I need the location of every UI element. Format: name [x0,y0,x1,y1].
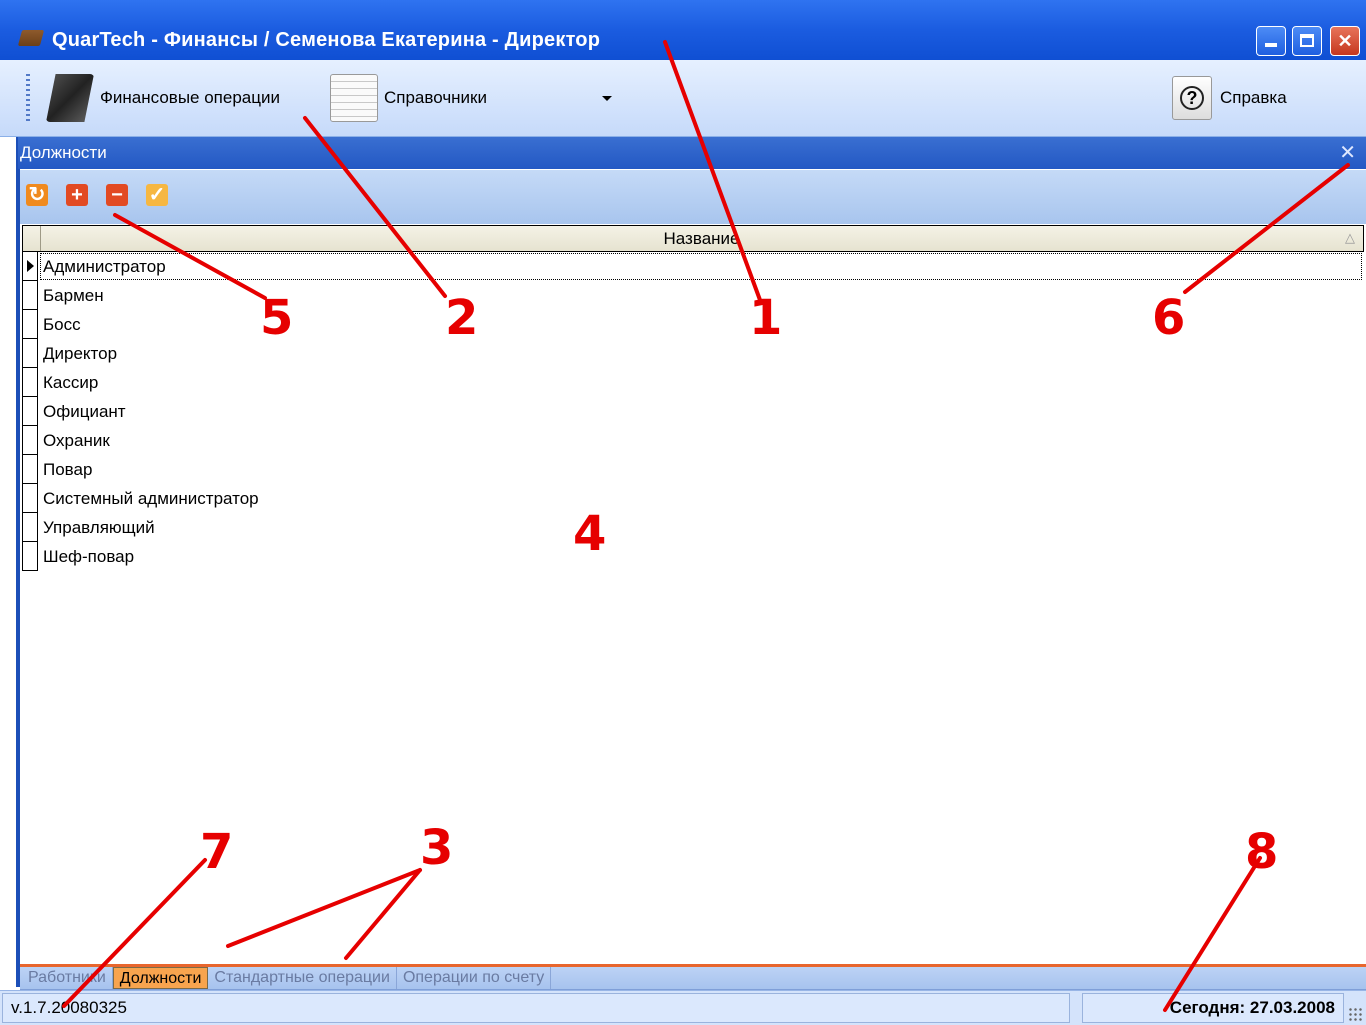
resize-grip-icon[interactable] [1348,1007,1364,1023]
tab-list: Работники Должности Стандартные операции Оп… [22,967,552,989]
status-bar: v.1.7.20080325 Сегодня: 27.03.2008 [0,990,1366,1025]
table-row[interactable]: Официант [22,397,1364,426]
table-row[interactable]: Директор [22,339,1364,368]
financial-operations-icon [46,74,94,122]
check-icon[interactable]: ✓ [146,184,168,206]
row-name-cell[interactable]: Шеф-повар [43,542,134,571]
row-name-cell[interactable]: Официант [43,397,126,426]
main-toolbar: Финансовые операции Справочники ? Справк… [0,60,1366,137]
row-name-cell[interactable]: Кассир [43,368,98,397]
row-name-cell[interactable]: Директор [43,339,117,368]
table-row[interactable]: Кассир [22,368,1364,397]
financial-operations-button[interactable]: Финансовые операции [46,72,280,124]
version-label: v.1.7.20080325 [2,993,1070,1023]
sort-ascending-icon: △ [1345,230,1355,245]
row-indicator[interactable] [22,426,38,455]
panel-title: Должности [20,143,107,162]
row-name-cell[interactable]: Охраник [43,426,110,455]
row-indicator[interactable] [22,281,38,310]
row-indicator[interactable] [22,542,38,571]
references-icon [330,74,378,122]
table-row[interactable]: Шеф-повар [22,542,1364,571]
column-header-name[interactable]: Название [40,226,1363,251]
row-indicator[interactable] [22,310,38,339]
close-window-button[interactable]: ✕ [1330,26,1360,56]
tab-3[interactable]: Операции по счету [397,967,552,989]
close-icon: ✕ [1337,31,1353,51]
row-name-cell[interactable]: Повар [43,455,92,484]
tab-2[interactable]: Стандартные операции [208,967,397,989]
row-name-cell[interactable]: Бармен [43,281,104,310]
row-name-cell[interactable]: Босс [43,310,81,339]
refresh-icon[interactable]: ↻ [26,184,48,206]
add-icon[interactable]: + [66,184,88,206]
financial-operations-label: Финансовые операции [100,88,280,107]
panel-close-icon[interactable]: ✕ [1339,137,1356,169]
title-bar: QuarTech - Финансы / Семенова Екатерина … [0,0,1366,60]
maximize-icon [1293,27,1321,55]
row-name-cell[interactable]: Системный администратор [43,484,259,513]
table-row[interactable]: Охраник [22,426,1364,455]
minimize-button[interactable] [1256,26,1286,56]
tab-0[interactable]: Работники [22,967,113,989]
maximize-button[interactable] [1292,26,1322,56]
row-indicator[interactable] [22,484,38,513]
table-row[interactable]: Администратор [22,252,1364,281]
current-row-indicator-icon[interactable] [22,252,38,281]
row-indicator[interactable] [22,368,38,397]
help-button[interactable]: ? Справка [1172,72,1287,124]
row-name-cell[interactable]: Администратор [43,252,166,281]
focus-rectangle [40,253,1362,280]
row-name-cell[interactable]: Управляющий [43,513,155,542]
panel-header: Должности ✕ [18,137,1366,169]
table-row[interactable]: Бармен [22,281,1364,310]
toolbar-dropdown-arrow-icon[interactable] [602,96,612,101]
action-bar: ↻ + − ✓ [20,170,1366,224]
table-row[interactable]: Повар [22,455,1364,484]
help-icon: ? [1172,76,1212,120]
grid-header: Название △ [22,225,1364,252]
window-title: QuarTech - Финансы / Семенова Екатерина … [52,29,601,51]
references-button[interactable]: Справочники [330,72,487,124]
row-indicator[interactable] [22,339,38,368]
toolbar-grip[interactable] [26,74,30,122]
minimize-icon [1257,27,1285,55]
remove-icon[interactable]: − [106,184,128,206]
references-label: Справочники [384,88,487,107]
indicator-column-header [23,226,41,251]
row-indicator[interactable] [22,513,38,542]
table-row[interactable]: Системный администратор [22,484,1364,513]
help-label: Справка [1220,88,1287,107]
row-indicator[interactable] [22,455,38,484]
row-indicator[interactable] [22,397,38,426]
app-icon [17,30,45,46]
positions-grid: Название △ Администратор Бармен Босс Директ… [20,224,1366,964]
table-row[interactable]: Босс [22,310,1364,339]
today-date-label: Сегодня: 27.03.2008 [1082,993,1344,1023]
tab-1[interactable]: Должности [112,967,209,989]
table-row[interactable]: Управляющий [22,513,1364,542]
